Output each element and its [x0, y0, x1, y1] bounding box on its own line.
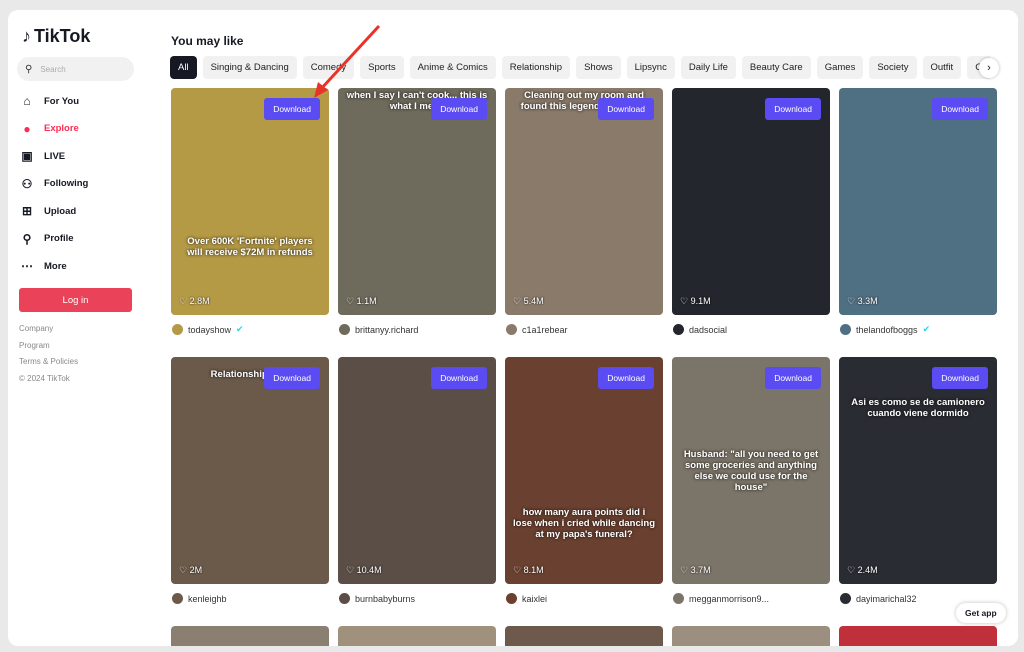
annotation-arrow: [314, 24, 381, 98]
